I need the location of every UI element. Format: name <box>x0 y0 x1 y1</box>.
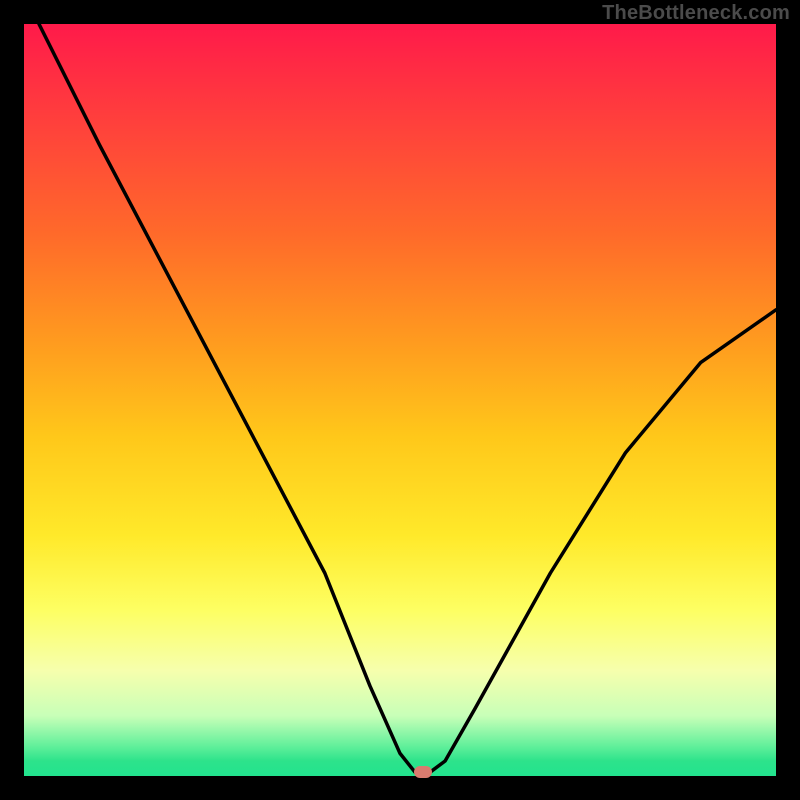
bottleneck-curve <box>24 24 776 776</box>
chart-plot-area <box>24 24 776 776</box>
optimal-marker <box>414 766 432 778</box>
watermark-text: TheBottleneck.com <box>602 2 790 25</box>
